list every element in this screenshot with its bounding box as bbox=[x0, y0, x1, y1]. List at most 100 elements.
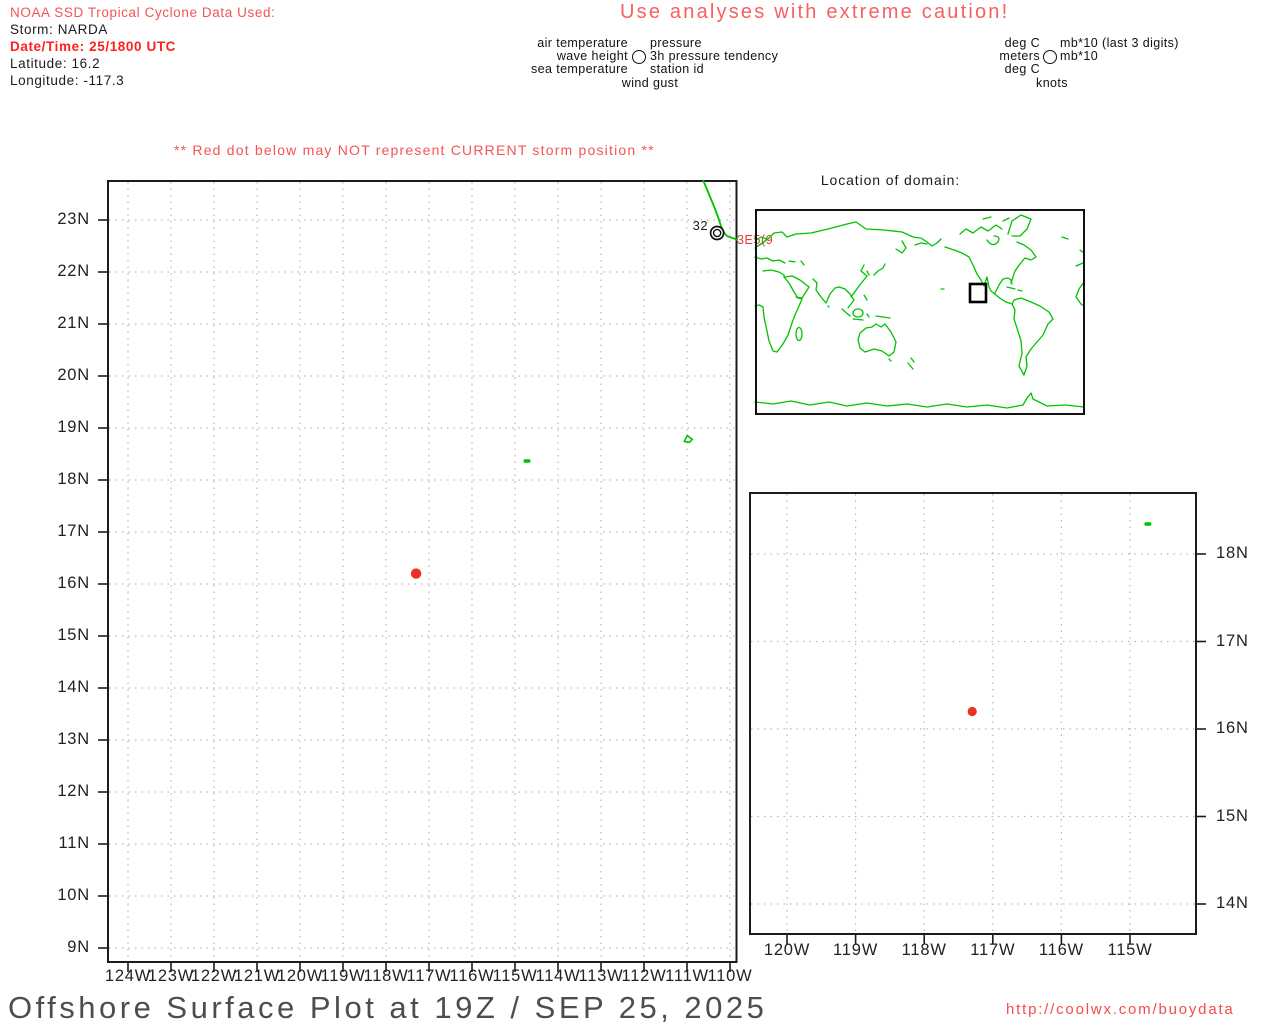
zoom-y-tick-label: 16N bbox=[1216, 719, 1249, 737]
madagascar bbox=[795, 326, 803, 342]
borneo bbox=[852, 308, 864, 318]
south-america-coast bbox=[1011, 297, 1054, 376]
station-circle bbox=[709, 225, 725, 241]
europe-coast bbox=[754, 256, 805, 266]
zoom-y-tick-label: 17N bbox=[1216, 631, 1249, 650]
scandinavia-coast bbox=[755, 236, 768, 247]
station-model-legend: air temperature pressure wave height 3h … bbox=[470, 37, 778, 76]
zoom-y-tick-label: 14N bbox=[1216, 894, 1249, 912]
header-info: NOAA SSD Tropical Cyclone Data Used: Sto… bbox=[10, 4, 275, 89]
zoom-map-gridlines bbox=[751, 494, 1206, 944]
clarion-island bbox=[1144, 522, 1152, 526]
main-y-tick-label: 19N bbox=[57, 418, 90, 436]
latitude-line: Latitude: 16.2 bbox=[10, 56, 101, 71]
north-america-west-coast bbox=[920, 237, 1013, 305]
main-x-tick-label: 123W bbox=[147, 967, 195, 985]
zoom-x-tick-label: 118W bbox=[901, 941, 947, 959]
station-circle-icon bbox=[1043, 49, 1057, 64]
main-y-tick-label: 12N bbox=[57, 782, 90, 800]
zoom-y-tick-label: 15N bbox=[1216, 806, 1249, 825]
storm-narda-position bbox=[967, 706, 977, 717]
main-x-tick-label: 114W bbox=[535, 967, 581, 985]
main-y-tick-label: 18N bbox=[57, 470, 90, 488]
canada-arctic bbox=[959, 216, 1010, 246]
north-america-east-coast bbox=[994, 241, 1037, 294]
location-of-domain-inset bbox=[754, 209, 1085, 415]
main-x-tick-label: 124W bbox=[104, 967, 152, 985]
main-y-tick-label: 20N bbox=[57, 366, 90, 384]
main-y-tick-label: 17N bbox=[57, 522, 90, 540]
domain-box-marker bbox=[968, 282, 988, 304]
zoom-x-tick-label: 116W bbox=[1038, 941, 1084, 959]
main-y-tick-label: 9N bbox=[67, 938, 90, 956]
main-y-tick-label: 23N bbox=[57, 210, 90, 228]
main-y-tick-label: 11N bbox=[58, 834, 90, 852]
longitude-line: Longitude: -117.3 bbox=[10, 73, 125, 88]
main-y-tick-label: 21N bbox=[57, 314, 90, 332]
australia-nz bbox=[857, 323, 915, 370]
units-tendency-label: mb*10 bbox=[1060, 49, 1099, 63]
zoom-map-marks bbox=[967, 522, 1152, 717]
world-coastlines bbox=[754, 214, 1085, 409]
africa-coast bbox=[754, 269, 803, 353]
noaa-data-line: NOAA SSD Tropical Cyclone Data Used: bbox=[10, 5, 276, 20]
main-x-tick-label: 120W bbox=[276, 967, 324, 985]
inset-border bbox=[755, 209, 1085, 415]
inset-title: Location of domain: bbox=[820, 172, 961, 188]
main-x-tick-label: 116W bbox=[449, 967, 495, 985]
caution-title: Use analyses with extreme caution! bbox=[620, 1, 1010, 23]
main-x-tick-label: 122W bbox=[190, 967, 238, 985]
main-map-border bbox=[107, 180, 738, 963]
clarion-island bbox=[523, 459, 531, 463]
station-circle-icon bbox=[632, 49, 646, 64]
main-y-tick-label: 22N bbox=[57, 262, 90, 280]
main-y-tick-label: 14N bbox=[57, 678, 90, 696]
storm-position-warning: ** Red dot below may NOT represent CURRE… bbox=[174, 142, 655, 158]
zoom-x-tick-label: 120W bbox=[763, 941, 811, 959]
atlantic-edge-fragments bbox=[1075, 249, 1085, 307]
main-x-tick-label: 118W bbox=[363, 967, 409, 985]
main-x-tick-label: 113W bbox=[578, 967, 624, 985]
zoom-x-tick-label: 117W bbox=[970, 941, 1016, 959]
legend-wind-gust-label: wind gust bbox=[621, 76, 679, 90]
units-knots-label: knots bbox=[1036, 76, 1068, 90]
units-legend: deg C mb*10 (last 3 digits) meters mb*10… bbox=[940, 37, 1179, 76]
main-x-tick-label: 112W bbox=[621, 967, 667, 985]
source-url[interactable]: http://coolwx.com/buoydata bbox=[1006, 1001, 1235, 1018]
units-degc-sea-label: deg C bbox=[1004, 62, 1040, 76]
main-x-tick-label: 111W bbox=[665, 967, 709, 985]
kamchatka-aleutians bbox=[895, 240, 928, 254]
zoom-y-tick-label: 18N bbox=[1216, 544, 1249, 562]
main-x-tick-label: 110W bbox=[707, 967, 753, 985]
plot-title: Offshore Surface Plot at 19Z / SEP 25, 2… bbox=[8, 990, 768, 1025]
greenland-iceland bbox=[1007, 214, 1069, 240]
datetime-line: Date/Time: 25/1800 UTC bbox=[10, 39, 177, 54]
japan-korea bbox=[866, 263, 886, 276]
offshore-surface-plot-page: { "header": { "noaa_line": "NOAA SSD Tro… bbox=[0, 0, 1280, 1025]
main-map-marks: 32 bbox=[410, 218, 725, 579]
main-y-tick-label: 16N bbox=[57, 574, 90, 592]
main-y-tick-label: 13N bbox=[57, 730, 90, 748]
east-asia-coast bbox=[838, 264, 868, 309]
main-x-tick-label: 121W bbox=[233, 967, 281, 985]
main-x-tick-label: 117W bbox=[406, 967, 452, 985]
main-y-tick-label: 10N bbox=[57, 886, 90, 904]
socorro-island bbox=[683, 434, 694, 444]
eurasia-north-coast bbox=[754, 221, 921, 249]
zoom-surface-map bbox=[749, 492, 1206, 944]
legend-sea-temperature-label: sea temperature bbox=[530, 62, 628, 76]
indonesia-islands bbox=[841, 294, 891, 321]
india-coast bbox=[812, 278, 840, 308]
main-x-tick-label: 119W bbox=[320, 967, 366, 985]
antarctica-coast bbox=[754, 392, 1085, 409]
legend-station-id-label: station id bbox=[650, 62, 705, 76]
storm-name-line: Storm: NARDA bbox=[10, 22, 108, 37]
storm-narda-position bbox=[410, 568, 422, 579]
main-x-tick-label: 115W bbox=[492, 967, 538, 985]
station-air-temperature: 32 bbox=[693, 218, 708, 233]
main-y-tick-label: 15N bbox=[57, 626, 90, 644]
arabia-coast bbox=[784, 275, 810, 299]
zoom-x-tick-label: 119W bbox=[833, 941, 879, 959]
main-surface-map: 32 bbox=[98, 179, 739, 972]
zoom-x-tick-label: 115W bbox=[1107, 941, 1153, 959]
